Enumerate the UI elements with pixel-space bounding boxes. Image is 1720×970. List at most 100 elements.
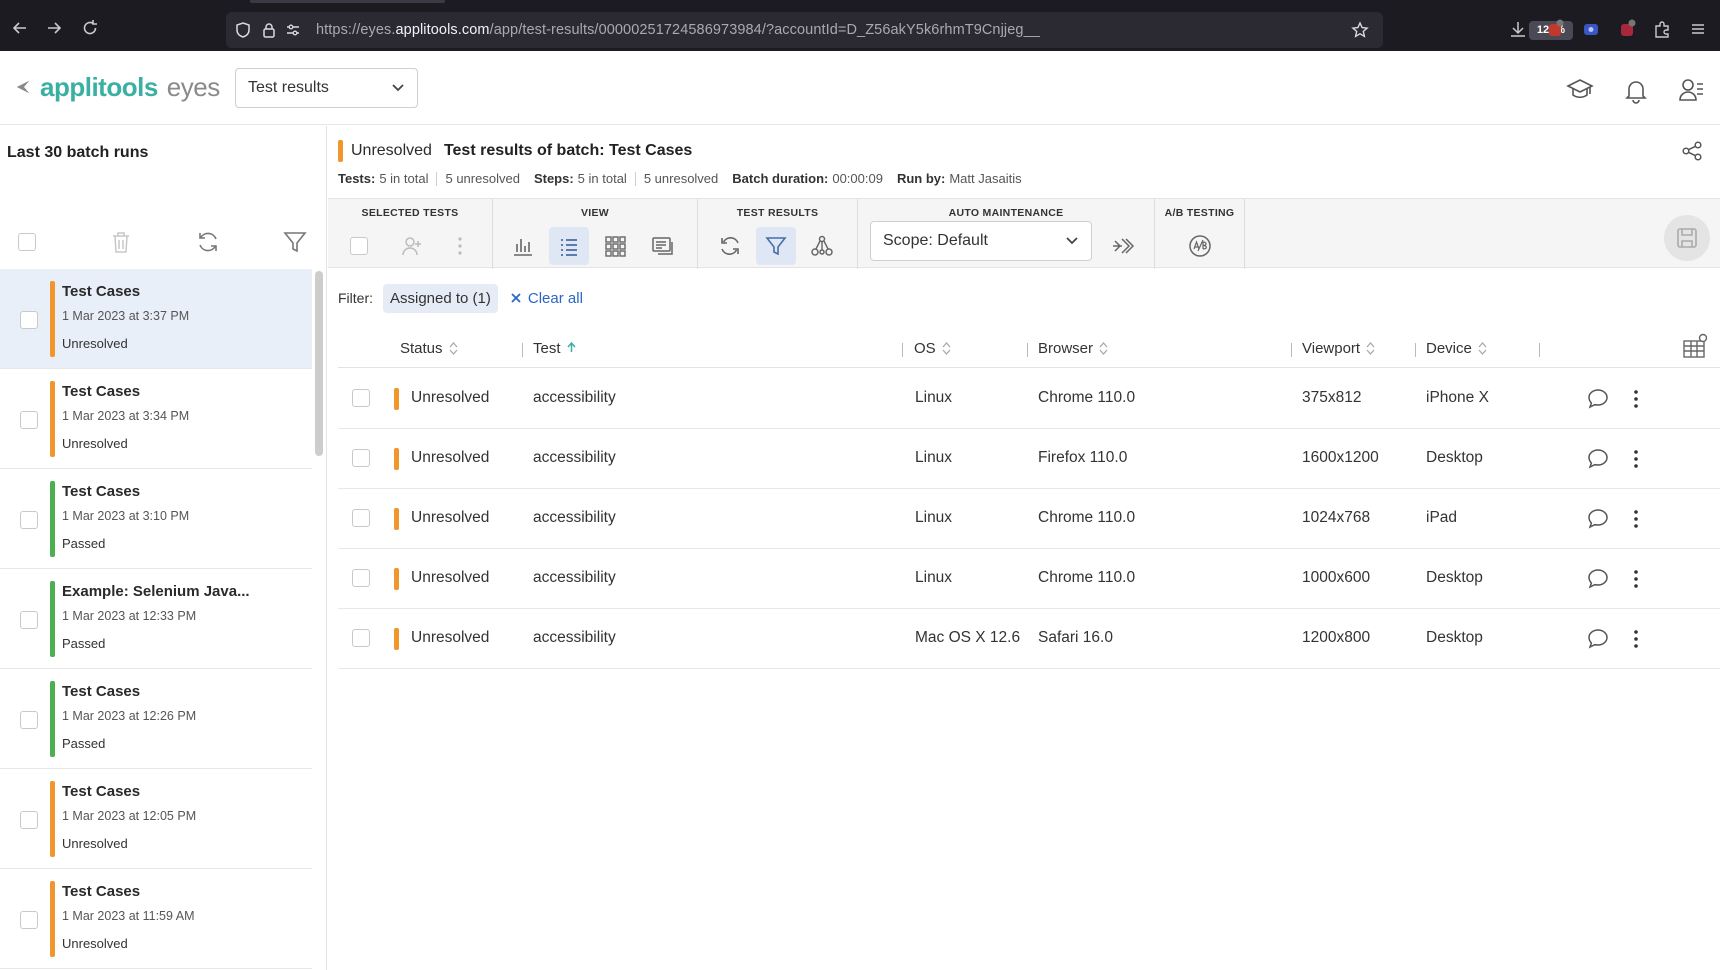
- table-row[interactable]: Unresolved accessibility Linux Firefox 1…: [338, 429, 1720, 489]
- table-row[interactable]: Unresolved accessibility Mac OS X 12.6 S…: [338, 609, 1720, 669]
- batch-list-scrollbar[interactable]: [315, 271, 323, 456]
- graduation-cap-icon[interactable]: [1566, 76, 1594, 104]
- assign-user-icon[interactable]: [392, 227, 432, 265]
- column-os[interactable]: OS: [914, 340, 951, 357]
- menu-icon[interactable]: [1688, 19, 1708, 39]
- column-browser[interactable]: Browser: [1038, 340, 1108, 357]
- column-device-label: Device: [1426, 340, 1472, 357]
- scope-select[interactable]: Scope: Default: [870, 221, 1092, 261]
- row-more-icon[interactable]: [1630, 507, 1642, 531]
- logo-brand: applitools: [40, 71, 158, 102]
- column-separator[interactable]: [522, 343, 523, 357]
- grid-view-icon[interactable]: [595, 227, 635, 265]
- row-checkbox[interactable]: [352, 449, 370, 467]
- batch-item[interactable]: Test Cases 1 Mar 2023 at 3:10 PM Passed: [0, 469, 312, 569]
- cell-device: Desktop: [1426, 449, 1483, 466]
- row-checkbox[interactable]: [352, 509, 370, 527]
- clear-all-filters-link[interactable]: Clear all: [510, 290, 583, 307]
- batch-item[interactable]: Test Cases 1 Mar 2023 at 3:37 PM Unresol…: [0, 269, 312, 369]
- logo-product: eyes: [166, 71, 220, 102]
- batch-item[interactable]: Test Cases 1 Mar 2023 at 12:05 PM Unreso…: [0, 769, 312, 869]
- filter-icon[interactable]: [282, 229, 308, 255]
- row-checkbox[interactable]: [352, 629, 370, 647]
- select-all-tests-checkbox[interactable]: [350, 237, 368, 255]
- column-separator[interactable]: [1291, 343, 1292, 357]
- selected-tests-group: SELECTED TESTS: [328, 199, 493, 269]
- batch-checkbox[interactable]: [20, 911, 38, 929]
- batch-checkbox[interactable]: [20, 511, 38, 529]
- refresh-icon[interactable]: [195, 229, 221, 255]
- select-all-batches-checkbox[interactable]: [18, 233, 36, 251]
- trash-icon[interactable]: [108, 229, 134, 255]
- filter-results-icon[interactable]: [756, 227, 796, 265]
- page-view-select[interactable]: Test results: [235, 68, 418, 108]
- row-checkbox[interactable]: [352, 569, 370, 587]
- extension-blue-icon[interactable]: [1581, 19, 1601, 39]
- star-icon[interactable]: [1351, 21, 1369, 39]
- comment-icon[interactable]: [1586, 507, 1610, 531]
- batch-checkbox[interactable]: [20, 711, 38, 729]
- share-icon[interactable]: [1681, 140, 1703, 162]
- extension-dark-red-icon[interactable]: [1617, 19, 1637, 39]
- row-more-icon[interactable]: [1630, 447, 1642, 471]
- row-more-icon[interactable]: [1630, 567, 1642, 591]
- download-icon[interactable]: [1508, 19, 1528, 39]
- bar-chart-icon[interactable]: [503, 227, 543, 265]
- back-icon[interactable]: [10, 18, 30, 38]
- column-test-label: Test: [533, 340, 561, 357]
- batch-checkbox[interactable]: [20, 411, 38, 429]
- more-vertical-icon[interactable]: [440, 227, 480, 265]
- row-more-icon[interactable]: [1630, 627, 1642, 651]
- shield-icon[interactable]: [234, 21, 252, 39]
- tests-unresolved: 5 unresolved: [445, 171, 520, 186]
- permissions-icon[interactable]: [284, 21, 302, 39]
- column-status[interactable]: Status: [400, 340, 458, 357]
- comment-icon[interactable]: [1586, 567, 1610, 591]
- auto-maintenance-icon[interactable]: [1103, 227, 1143, 265]
- column-separator[interactable]: [1027, 343, 1028, 357]
- extension-red-icon[interactable]: [1545, 19, 1565, 39]
- filter-chip-assigned[interactable]: Assigned to (1): [383, 283, 498, 313]
- batch-date: 1 Mar 2023 at 12:26 PM: [62, 709, 197, 723]
- group-by-icon[interactable]: [802, 227, 842, 265]
- url-text[interactable]: https://eyes.applitools.com/app/test-res…: [316, 22, 1040, 38]
- comment-icon[interactable]: [1586, 447, 1610, 471]
- details-view-icon[interactable]: [643, 227, 683, 265]
- column-separator[interactable]: [1415, 343, 1416, 357]
- column-viewport[interactable]: Viewport: [1302, 340, 1375, 357]
- comment-icon[interactable]: [1586, 627, 1610, 651]
- address-bar[interactable]: https://eyes.applitools.com/app/test-res…: [226, 12, 1573, 48]
- column-settings-icon[interactable]: [1682, 332, 1710, 360]
- table-row[interactable]: Unresolved accessibility Linux Chrome 11…: [338, 369, 1720, 429]
- reload-icon[interactable]: [80, 18, 100, 38]
- table-row[interactable]: Unresolved accessibility Linux Chrome 11…: [338, 489, 1720, 549]
- cell-device: iPhone X: [1426, 389, 1489, 406]
- table-row[interactable]: Unresolved accessibility Linux Chrome 11…: [338, 549, 1720, 609]
- column-test[interactable]: Test: [533, 340, 576, 357]
- forward-icon[interactable]: [44, 18, 64, 38]
- lock-icon[interactable]: [260, 21, 278, 39]
- column-separator[interactable]: [1539, 343, 1540, 357]
- list-view-icon[interactable]: [549, 227, 589, 265]
- batch-checkbox[interactable]: [20, 611, 38, 629]
- save-button[interactable]: [1664, 215, 1710, 261]
- column-separator[interactable]: [902, 343, 903, 357]
- extensions-puzzle-icon[interactable]: [1652, 19, 1672, 39]
- batch-item[interactable]: Test Cases 1 Mar 2023 at 12:26 PM Passed: [0, 669, 312, 769]
- batch-item[interactable]: Example: Selenium Java... 1 Mar 2023 at …: [0, 569, 312, 669]
- bell-icon[interactable]: [1622, 76, 1650, 104]
- batch-checkbox[interactable]: [20, 311, 38, 329]
- row-more-icon[interactable]: [1630, 387, 1642, 411]
- row-checkbox[interactable]: [352, 389, 370, 407]
- batch-item[interactable]: Test Cases 1 Mar 2023 at 11:59 AM Unreso…: [0, 869, 312, 969]
- user-menu-icon[interactable]: [1677, 76, 1705, 104]
- refresh-results-icon[interactable]: [710, 227, 750, 265]
- batch-checkbox[interactable]: [20, 811, 38, 829]
- auto-maintenance-group: AUTO MAINTENANCE Scope: Default: [858, 199, 1155, 269]
- ab-test-icon[interactable]: [1180, 227, 1220, 265]
- filter-row: Filter: Assigned to (1) Clear all: [338, 282, 583, 314]
- batch-item[interactable]: Test Cases 1 Mar 2023 at 3:34 PM Unresol…: [0, 369, 312, 469]
- comment-icon[interactable]: [1586, 387, 1610, 411]
- column-device[interactable]: Device: [1426, 340, 1487, 357]
- applitools-logo[interactable]: applitools eyes: [14, 72, 220, 102]
